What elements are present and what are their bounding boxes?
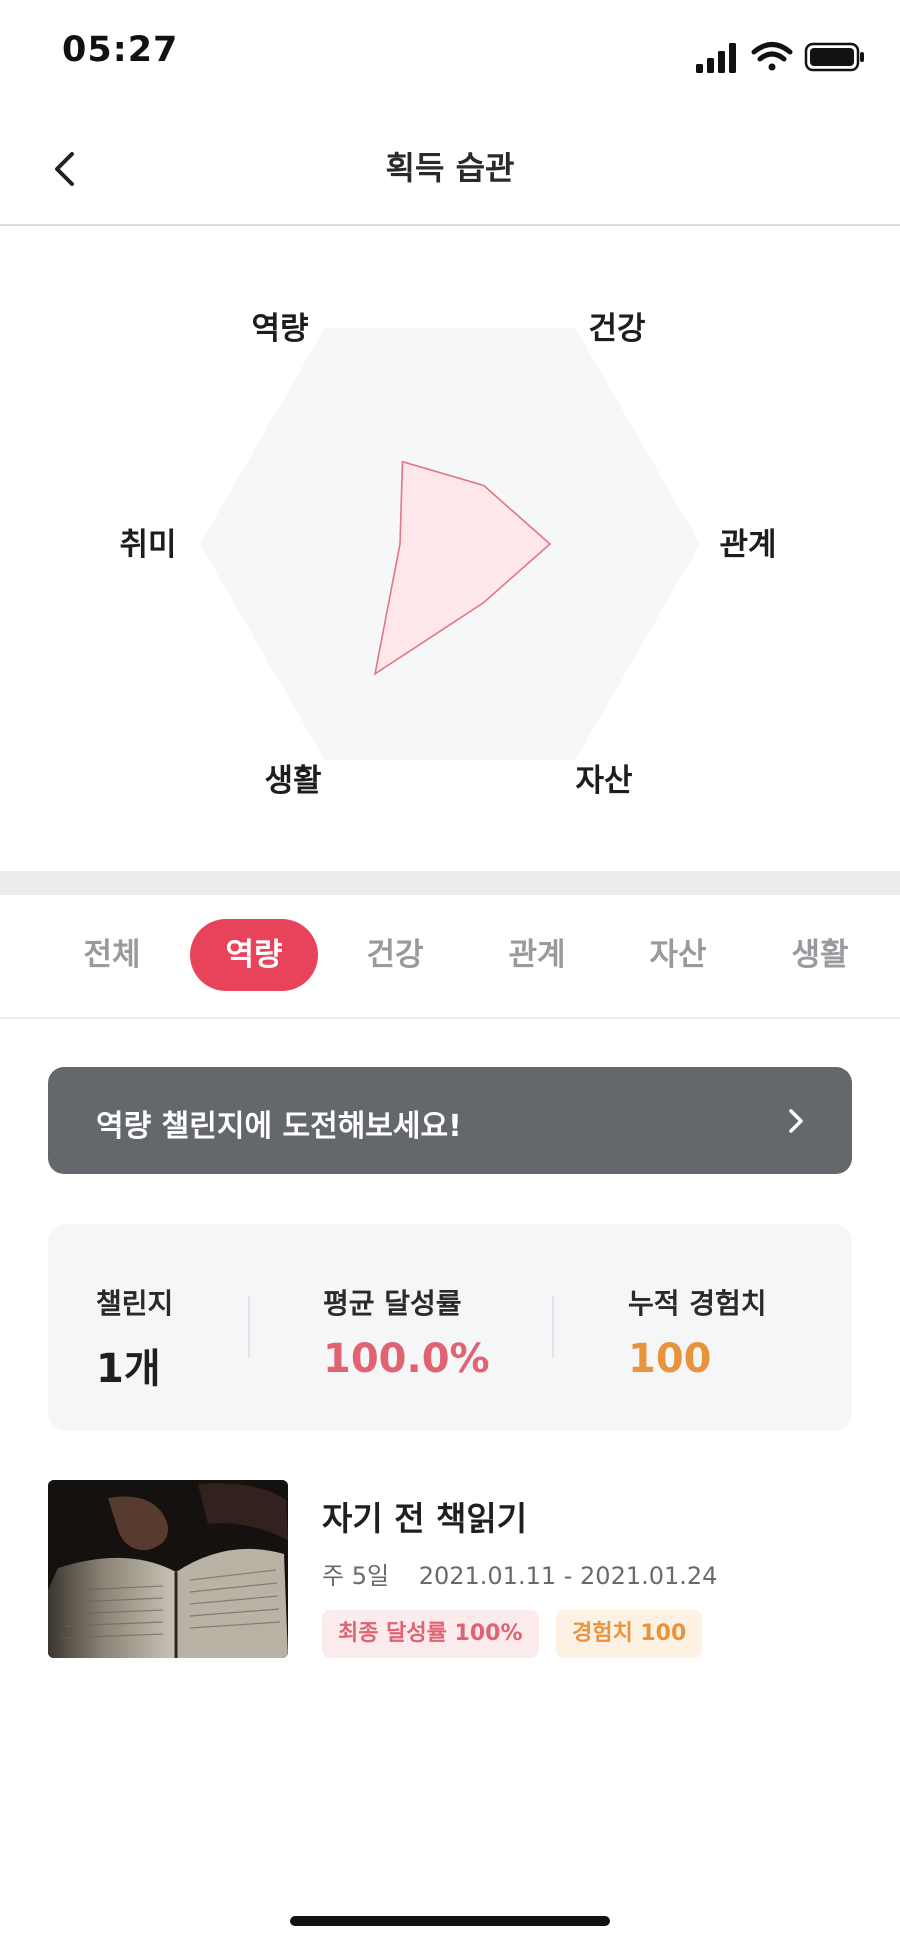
battery-icon bbox=[804, 42, 864, 72]
tab-assets[interactable]: 자산 bbox=[626, 919, 730, 991]
radar-label-관계: 관계 bbox=[719, 527, 776, 563]
nav-bar: 획득 습관 bbox=[0, 110, 900, 226]
tab-all[interactable]: 전체 bbox=[60, 919, 164, 991]
status-icons bbox=[696, 40, 866, 74]
stat-label: 누적 경험치 bbox=[628, 1287, 767, 1320]
tab-competence[interactable]: 역량 bbox=[190, 919, 318, 991]
signal-icon bbox=[696, 43, 736, 73]
radar-label-자산: 자산 bbox=[575, 763, 632, 799]
challenge-frequency: 주 5일 bbox=[322, 1562, 390, 1590]
section-divider bbox=[0, 871, 900, 895]
stat-value: 1개 bbox=[96, 1346, 161, 1392]
tab-relationship[interactable]: 관계 bbox=[485, 919, 589, 991]
stat-label: 평균 달성률 bbox=[323, 1287, 462, 1320]
challenge-meta: 주 5일 2021.01.11 - 2021.01.24 bbox=[322, 1556, 739, 1591]
stat-value: 100.0% bbox=[323, 1336, 490, 1382]
radar-chart: 역량 건강 관계 자산 생활 취미 bbox=[0, 226, 900, 871]
exp-badge: 경험치 100 bbox=[556, 1610, 703, 1658]
challenge-banner-text: 역량 챌린지에 도전해보세요! bbox=[96, 1109, 462, 1144]
radar-label-취미: 취미 bbox=[119, 527, 176, 563]
home-indicator bbox=[290, 1916, 610, 1926]
stat-divider bbox=[552, 1296, 554, 1358]
category-tabs: 전체 역량 건강 관계 자산 생활 bbox=[0, 895, 900, 1019]
challenge-title: 자기 전 책읽기 bbox=[322, 1499, 528, 1538]
status-bar: 05:27 bbox=[0, 0, 900, 110]
wifi-icon bbox=[751, 42, 793, 71]
stat-label: 챌린지 bbox=[96, 1287, 174, 1320]
stats-card: 챌린지 1개 평균 달성률 100.0% 누적 경험치 100 bbox=[48, 1224, 852, 1431]
radar-label-역량: 역량 bbox=[251, 311, 308, 347]
stat-average-rate: 평균 달성률 100.0% bbox=[323, 1282, 490, 1382]
radar-label-건강: 건강 bbox=[588, 311, 645, 347]
open-book-image bbox=[48, 1480, 288, 1658]
stat-value: 100 bbox=[628, 1336, 712, 1382]
challenge-period: 2021.01.11 - 2021.01.24 bbox=[418, 1562, 718, 1590]
stat-divider bbox=[248, 1296, 250, 1358]
status-time: 05:27 bbox=[62, 30, 179, 70]
tab-health[interactable]: 건강 bbox=[343, 919, 447, 991]
page-title: 획득 습관 bbox=[385, 149, 515, 187]
stat-challenge-count: 챌린지 1개 bbox=[96, 1282, 173, 1394]
challenge-banner[interactable]: 역량 챌린지에 도전해보세요! bbox=[48, 1067, 852, 1174]
tab-life[interactable]: 생활 bbox=[768, 919, 872, 991]
achievement-rate-badge: 최종 달성률 100% bbox=[322, 1610, 539, 1658]
radar-label-생활: 생활 bbox=[264, 763, 321, 799]
chevron-right-icon bbox=[789, 1109, 803, 1133]
stat-total-exp: 누적 경험치 100 bbox=[628, 1282, 767, 1382]
challenge-thumbnail bbox=[48, 1480, 288, 1658]
challenge-list-item[interactable]: 자기 전 책읽기 주 5일 2021.01.11 - 2021.01.24 최종… bbox=[48, 1480, 852, 1660]
